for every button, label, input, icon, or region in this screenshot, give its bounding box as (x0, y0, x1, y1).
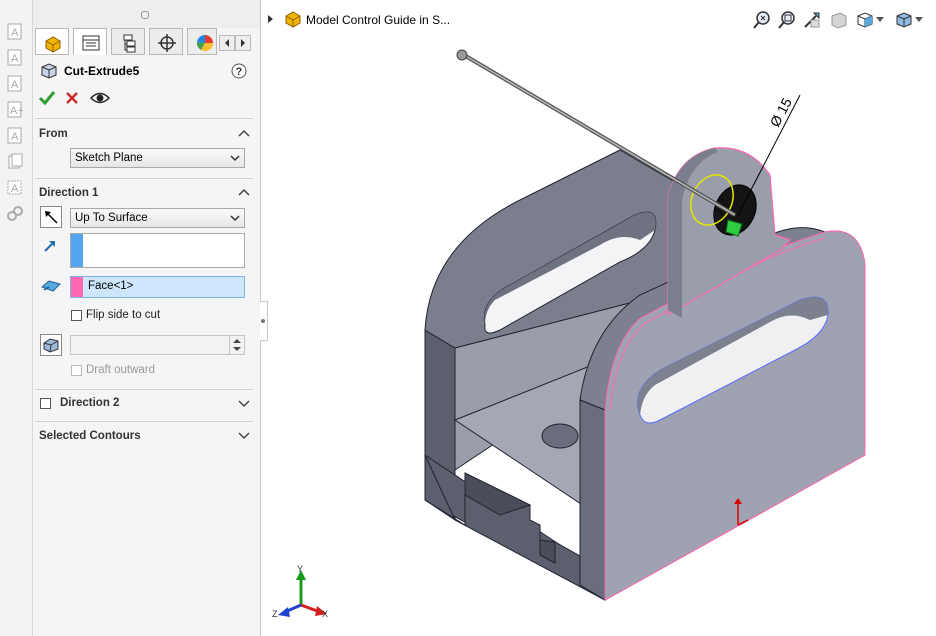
chevron-up-icon[interactable] (238, 186, 250, 198)
tab-property-manager[interactable] (73, 28, 107, 55)
divider (35, 389, 253, 390)
draft-icon (43, 338, 59, 353)
selected-contours-section-header[interactable]: Selected Contours (39, 430, 141, 442)
tab-dimxpert-manager[interactable] (149, 28, 183, 55)
feature-manager-icon (45, 36, 61, 53)
up-to-surface-icon (41, 280, 61, 292)
feature-title: Cut-Extrude5 (64, 64, 140, 78)
divider (35, 118, 253, 119)
reverse-direction-button[interactable] (40, 206, 62, 228)
divider (35, 178, 253, 179)
divider (35, 421, 253, 422)
from-select-value: Sketch Plane (75, 152, 143, 164)
direction1-section-header[interactable]: Direction 1 (39, 187, 98, 199)
balloon-icon[interactable]: A (5, 126, 25, 146)
end-condition-select[interactable]: Up To Surface (70, 208, 245, 228)
reverse-direction-icon (45, 211, 58, 224)
annotation-add-icon[interactable]: A+ (5, 100, 25, 120)
flip-side-label: Flip side to cut (86, 309, 161, 321)
triad-x-label: X (322, 609, 328, 619)
cancel-button[interactable] (65, 91, 79, 105)
crosshair-icon (158, 34, 176, 52)
graphics-viewport[interactable]: Model Control Guide in S... Ø 15 Y X Z (260, 0, 936, 636)
configuration-manager-icon (123, 34, 136, 53)
spinner-arrows-icon (233, 339, 241, 351)
note-icon[interactable]: A (5, 74, 25, 94)
spinner-buttons[interactable] (229, 336, 244, 354)
sketch-text-icon[interactable]: A (5, 22, 25, 42)
svg-text:A: A (11, 131, 19, 143)
left-toolbar-strip: A A A A+ A A (0, 0, 33, 636)
chevron-down-icon (230, 155, 240, 162)
chevron-left-icon (225, 39, 229, 47)
selection-color-swatch (71, 277, 83, 297)
ok-button[interactable] (38, 89, 56, 107)
cut-extrude-icon (41, 63, 57, 79)
direction2-checkbox[interactable] (40, 398, 51, 409)
draft-outward-checkbox[interactable] (71, 365, 82, 376)
stack-icon[interactable] (5, 152, 25, 172)
surface-selection-field[interactable]: Face<1> (70, 276, 245, 298)
tab-display-manager[interactable] (187, 28, 217, 55)
tab-scroll-left-button[interactable] (219, 35, 235, 51)
tab-scroll-right-button[interactable] (235, 35, 251, 51)
svg-text:A+: A+ (10, 105, 24, 117)
svg-text:?: ? (236, 66, 243, 78)
display-manager-icon (196, 34, 214, 52)
surface-selection-value: Face<1> (88, 280, 134, 292)
coordinate-triad: Y X Z (272, 564, 328, 619)
preview-eye-button[interactable] (90, 90, 110, 106)
chevron-right-icon (241, 39, 245, 47)
draft-toggle-button[interactable] (40, 334, 62, 356)
flip-side-checkbox[interactable] (71, 310, 82, 321)
from-select[interactable]: Sketch Plane (70, 148, 245, 168)
help-icon[interactable]: ? (231, 63, 247, 79)
chevron-down-icon[interactable] (238, 429, 250, 441)
from-section-header[interactable]: From (39, 128, 68, 140)
direction-reference-list[interactable] (70, 233, 245, 268)
sketch-text-icon-2[interactable]: A (5, 48, 25, 68)
splitter-grip[interactable] (141, 11, 149, 19)
chevron-down-icon (230, 215, 240, 222)
datum-icon[interactable]: A (5, 178, 25, 198)
chevron-down-icon[interactable] (238, 397, 250, 409)
model-graphics[interactable]: Ø 15 Y X Z (261, 0, 936, 636)
svg-text:A: A (11, 53, 19, 65)
draft-outward-label: Draft outward (86, 364, 156, 376)
end-condition-value: Up To Surface (75, 212, 148, 224)
draft-angle-spinner[interactable] (70, 335, 245, 355)
chevron-up-icon[interactable] (238, 127, 250, 139)
tab-feature-manager[interactable] (35, 28, 69, 55)
svg-text:A: A (11, 27, 19, 39)
property-manager-panel: Cut-Extrude5 ? From Sketch Plane Directi… (33, 0, 261, 636)
direction2-section-header[interactable]: Direction 2 (60, 397, 119, 409)
panel-header-strip (33, 0, 260, 28)
link-icon[interactable] (5, 204, 25, 224)
triad-y-label: Y (297, 564, 303, 574)
triad-z-label: Z (272, 609, 278, 619)
selection-color-swatch (71, 234, 83, 267)
tab-configuration-manager[interactable] (111, 28, 145, 55)
direction-arrow-icon (44, 241, 55, 252)
svg-text:A: A (11, 79, 19, 91)
svg-text:A: A (11, 183, 19, 195)
manager-tabs (33, 28, 260, 56)
property-manager-icon (82, 35, 100, 51)
